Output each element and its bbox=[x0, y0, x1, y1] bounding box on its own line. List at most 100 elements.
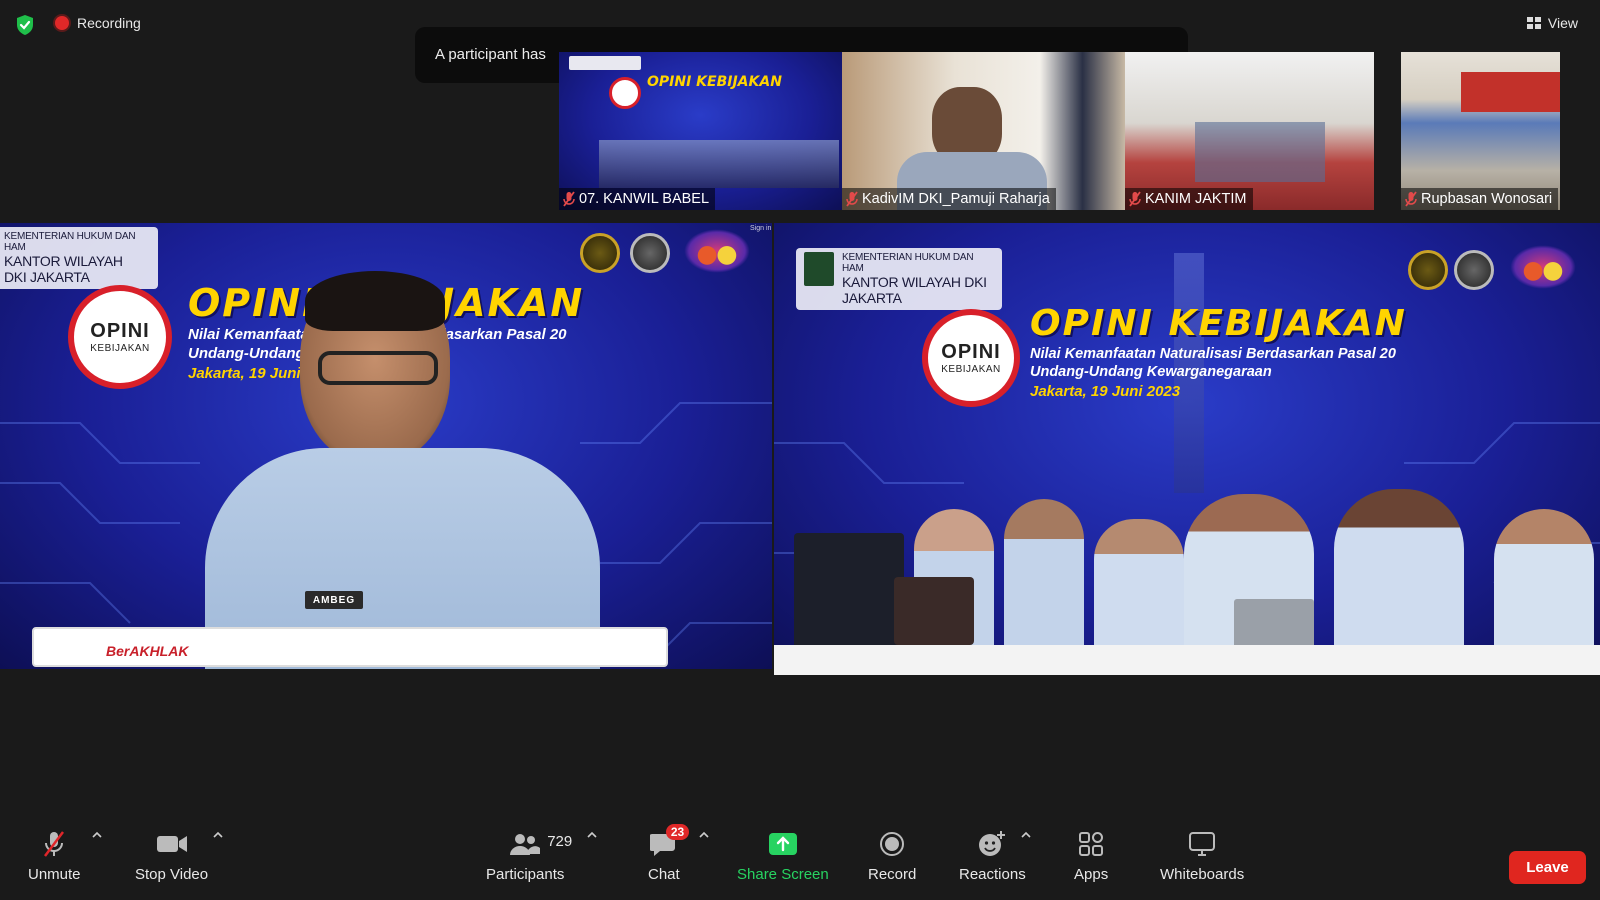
official-image bbox=[1094, 519, 1184, 659]
official-image bbox=[1004, 499, 1084, 659]
stop-video-button[interactable]: Stop Video bbox=[135, 830, 208, 883]
logo-text-opini: OPINI bbox=[941, 341, 1001, 363]
chat-options-chevron-icon[interactable] bbox=[699, 830, 709, 840]
stop-video-label: Stop Video bbox=[135, 866, 209, 883]
participant-video-tile[interactable]: Rupbasan Wonosari bbox=[1401, 52, 1560, 210]
ministry-badge: KEMENTERIAN HUKUM DAN HAM KANTOR WILAYAH… bbox=[796, 248, 1002, 310]
unmute-label: Unmute bbox=[28, 866, 81, 883]
laptop-image bbox=[794, 533, 904, 653]
participants-icon: 729 bbox=[509, 830, 572, 858]
audio-options-chevron-icon[interactable] bbox=[92, 830, 102, 840]
event-mascot-logo bbox=[1510, 245, 1576, 289]
whiteboard-icon bbox=[1188, 830, 1216, 858]
apps-label: Apps bbox=[1074, 866, 1109, 883]
leave-button[interactable]: Leave bbox=[1509, 851, 1586, 884]
ministry-badge: KEMENTERIAN HUKUM DAN HAM KANTOR WILAYAH… bbox=[0, 227, 158, 289]
apps-icon bbox=[1078, 830, 1104, 858]
mic-muted-icon bbox=[563, 191, 575, 207]
ministry-name: KEMENTERIAN HUKUM DAN HAM bbox=[4, 231, 136, 253]
opini-logo-mini bbox=[609, 77, 641, 109]
mic-muted-icon bbox=[846, 191, 858, 207]
video-options-chevron-icon[interactable] bbox=[213, 830, 223, 840]
opini-kebijakan-logo: OPINI KEBIJAKAN bbox=[68, 285, 172, 389]
reactions-label: Reactions bbox=[959, 866, 1026, 883]
slide-date: Jakarta, 19 Juni 2023 bbox=[1030, 383, 1181, 400]
active-speaker-video[interactable]: KEMENTERIAN HUKUM DAN HAM KANTOR WILAYAH… bbox=[0, 223, 772, 669]
participant-strip: OPINI KEBIJAKAN 07. KANWIL BABEL KadivIM… bbox=[559, 52, 1560, 210]
record-label: Record bbox=[868, 866, 917, 883]
chat-button[interactable]: 23 Chat bbox=[648, 824, 690, 883]
participants-button[interactable]: 729 Participants bbox=[486, 830, 572, 883]
ministry-logo-icon bbox=[804, 252, 834, 286]
logo-text-opini: OPINI bbox=[90, 320, 150, 342]
chat-bubble-icon: 23 bbox=[649, 824, 690, 858]
reactions-button[interactable]: Reactions bbox=[959, 830, 1026, 883]
participant-name: Rupbasan Wonosari bbox=[1421, 191, 1553, 207]
panel-people-image bbox=[599, 140, 839, 188]
sign-in-text: Sign in bbox=[750, 225, 772, 232]
whiteboards-button[interactable]: Whiteboards bbox=[1160, 830, 1244, 883]
event-mascot-logo bbox=[684, 229, 750, 273]
grid-view-icon bbox=[1526, 17, 1541, 29]
recording-indicator[interactable]: Recording bbox=[55, 15, 141, 31]
emblem-gold-icon bbox=[1408, 250, 1448, 290]
speaker-glasses-image bbox=[318, 351, 438, 385]
logo-text-kebijakan: KEBIJAKAN bbox=[941, 364, 1001, 375]
participant-name: 07. KANWIL BABEL bbox=[579, 191, 710, 207]
participants-label: Participants bbox=[486, 866, 565, 883]
berakhlak-text: BerAKHLAK bbox=[106, 643, 189, 659]
ministry-name: KEMENTERIAN HUKUM DAN HAM bbox=[842, 252, 974, 274]
desk-banner: BerAKHLAK bbox=[32, 627, 668, 667]
recording-label: Recording bbox=[77, 15, 141, 31]
view-button[interactable]: View bbox=[1526, 15, 1578, 31]
opini-kebijakan-logo: OPINI KEBIJAKAN bbox=[922, 309, 1020, 407]
participant-name-label: KadivIM DKI_Pamuji Raharja bbox=[842, 188, 1056, 210]
office-name: KANTOR WILAYAH DKI JAKARTA bbox=[4, 253, 123, 285]
participant-video-tile[interactable]: KANIM JAKTIM bbox=[1125, 52, 1374, 210]
participant-name-label: 07. KANWIL BABEL bbox=[559, 188, 716, 210]
emblem-silver-icon bbox=[1454, 250, 1494, 290]
share-screen-icon bbox=[768, 830, 798, 858]
apps-button[interactable]: Apps bbox=[1074, 830, 1108, 883]
participant-name-label: KANIM JAKTIM bbox=[1125, 188, 1253, 210]
chat-label: Chat bbox=[648, 866, 680, 883]
share-screen-label: Share Screen bbox=[737, 866, 829, 883]
record-icon bbox=[879, 830, 905, 858]
slide-subtitle-1: Nilai Kemanfaatan Naturalisasi Berdasark… bbox=[1030, 346, 1396, 362]
participants-count: 729 bbox=[547, 833, 573, 850]
unmute-button[interactable]: Unmute bbox=[28, 830, 81, 883]
view-label: View bbox=[1547, 15, 1578, 31]
opini-title-mini: OPINI KEBIJAKAN bbox=[647, 74, 782, 90]
red-banner-image bbox=[1461, 72, 1560, 112]
recording-dot-icon bbox=[55, 16, 69, 30]
official-image bbox=[1334, 489, 1464, 664]
kemenkumham-badge-mini bbox=[569, 56, 641, 70]
record-button[interactable]: Record bbox=[868, 830, 916, 883]
strip-gap bbox=[1374, 52, 1401, 210]
participants-options-chevron-icon[interactable] bbox=[587, 830, 597, 840]
meeting-room-people-image bbox=[1195, 122, 1325, 182]
emblem-gold-icon bbox=[580, 233, 620, 273]
participant-name-label: Rupbasan Wonosari bbox=[1401, 188, 1559, 210]
speaker-hair-image bbox=[305, 271, 445, 331]
reactions-options-chevron-icon[interactable] bbox=[1021, 830, 1031, 840]
mic-muted-icon bbox=[1405, 191, 1417, 207]
share-screen-button[interactable]: Share Screen bbox=[737, 830, 829, 883]
toast-text: A participant has bbox=[435, 46, 546, 63]
emblem-silver-icon bbox=[630, 233, 670, 273]
slide-subtitle-2: Undang-Undang Kewarganegaraan bbox=[1030, 364, 1272, 380]
participant-video-tile[interactable]: OPINI KEBIJAKAN 07. KANWIL BABEL bbox=[559, 52, 842, 210]
participant-name: KANIM JAKTIM bbox=[1145, 191, 1247, 207]
logo-text-kebijakan: KEBIJAKAN bbox=[90, 343, 150, 354]
participant-video-tile[interactable]: KadivIM DKI_Pamuji Raharja bbox=[842, 52, 1125, 210]
security-shield-icon[interactable] bbox=[15, 14, 35, 36]
bag-image bbox=[894, 577, 974, 645]
mic-off-icon bbox=[42, 830, 66, 858]
officials-panel-image bbox=[774, 489, 1600, 675]
participant-video-main-right[interactable]: KEMENTERIAN HUKUM DAN HAM KANTOR WILAYAH… bbox=[774, 223, 1600, 675]
chat-unread-badge: 23 bbox=[665, 824, 690, 840]
participant-name: KadivIM DKI_Pamuji Raharja bbox=[862, 191, 1050, 207]
video-camera-icon bbox=[156, 830, 188, 858]
slide-title: OPINI KEBIJAKAN bbox=[1030, 303, 1407, 344]
meeting-toolbar: Unmute Stop Video 729 Participants 23 Ch… bbox=[0, 818, 1600, 900]
